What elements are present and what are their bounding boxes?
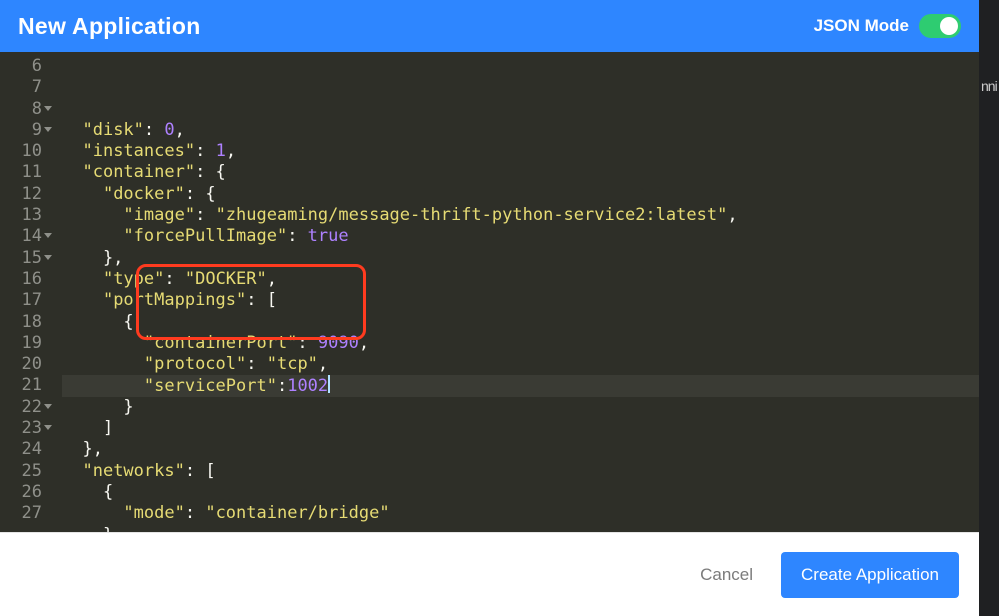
- line-number: 10: [0, 141, 42, 162]
- text-cursor: [328, 375, 330, 393]
- code-area[interactable]: "disk": 0, "instances": 1, "container": …: [56, 52, 979, 532]
- code-line[interactable]: {: [62, 482, 979, 503]
- fold-marker-icon[interactable]: [44, 425, 52, 430]
- line-number: 27: [0, 503, 42, 524]
- line-number: 18: [0, 312, 42, 333]
- code-line[interactable]: "portMappings": [: [62, 290, 979, 311]
- line-number: 24: [0, 439, 42, 460]
- line-number: 11: [0, 162, 42, 183]
- line-gutter: 6789101112131415161718192021222324252627: [0, 52, 56, 532]
- line-number: 15: [0, 248, 42, 269]
- code-line[interactable]: }: [62, 525, 979, 532]
- line-number: 19: [0, 333, 42, 354]
- code-line[interactable]: "type": "DOCKER",: [62, 269, 979, 290]
- code-line[interactable]: "protocol": "tcp",: [62, 354, 979, 375]
- line-number: 6: [0, 56, 42, 77]
- help-icon[interactable]: [935, 82, 955, 102]
- code-line[interactable]: ]: [62, 418, 979, 439]
- code-line[interactable]: "networks": [: [62, 461, 979, 482]
- toggle-knob: [940, 17, 958, 35]
- modal-title: New Application: [18, 13, 201, 40]
- background-strip: nni: [979, 0, 999, 616]
- code-line[interactable]: "mode": "container/bridge": [62, 503, 979, 524]
- modal-header: New Application JSON Mode: [0, 0, 979, 52]
- json-editor[interactable]: 6789101112131415161718192021222324252627…: [0, 52, 979, 532]
- line-number: 17: [0, 290, 42, 311]
- code-line[interactable]: "servicePort":1002: [62, 375, 979, 396]
- json-mode-control: JSON Mode: [814, 14, 961, 38]
- cancel-button[interactable]: Cancel: [690, 557, 763, 593]
- code-line[interactable]: },: [62, 439, 979, 460]
- code-line[interactable]: {: [62, 312, 979, 333]
- fold-marker-icon[interactable]: [44, 106, 52, 111]
- line-number: 16: [0, 269, 42, 290]
- line-number: 12: [0, 184, 42, 205]
- new-application-modal: New Application JSON Mode 67891011121314…: [0, 0, 979, 616]
- json-mode-label: JSON Mode: [814, 16, 909, 36]
- code-line[interactable]: "instances": 1,: [62, 141, 979, 162]
- line-number: 13: [0, 205, 42, 226]
- line-number: 9: [0, 120, 42, 141]
- code-line[interactable]: "image": "zhugeaming/message-thrift-pyth…: [62, 205, 979, 226]
- create-application-button[interactable]: Create Application: [781, 552, 959, 598]
- fold-marker-icon[interactable]: [44, 127, 52, 132]
- code-line[interactable]: "disk": 0,: [62, 120, 979, 141]
- fold-marker-icon[interactable]: [44, 233, 52, 238]
- code-line[interactable]: "containerPort": 9090,: [62, 333, 979, 354]
- json-mode-toggle[interactable]: [919, 14, 961, 38]
- line-number: 22: [0, 397, 42, 418]
- code-line[interactable]: "forcePullImage": true: [62, 226, 979, 247]
- line-number: 20: [0, 354, 42, 375]
- line-number: 23: [0, 418, 42, 439]
- code-line[interactable]: },: [62, 248, 979, 269]
- line-number: 14: [0, 226, 42, 247]
- line-number: 8: [0, 99, 42, 120]
- line-number: 26: [0, 482, 42, 503]
- modal-footer: Cancel Create Application: [0, 532, 979, 616]
- line-number: 21: [0, 375, 42, 396]
- code-line[interactable]: "container": {: [62, 162, 979, 183]
- fold-marker-icon[interactable]: [44, 404, 52, 409]
- code-line[interactable]: "docker": {: [62, 184, 979, 205]
- fold-marker-icon[interactable]: [44, 255, 52, 260]
- code-line[interactable]: }: [62, 397, 979, 418]
- line-number: 25: [0, 461, 42, 482]
- line-number: 7: [0, 77, 42, 98]
